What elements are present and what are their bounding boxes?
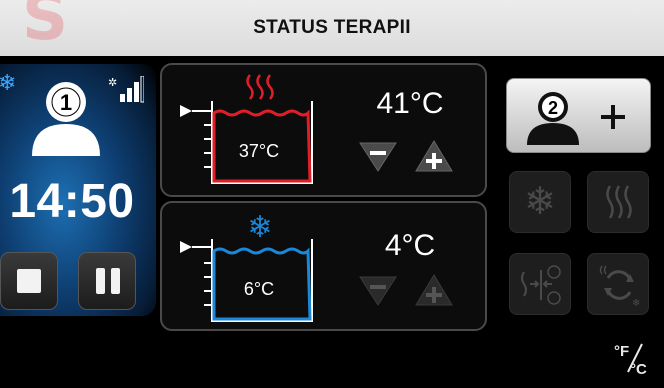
plus-icon bbox=[601, 105, 625, 129]
contrast-mode-button[interactable] bbox=[509, 253, 571, 315]
page-title: STATUS TERAPII bbox=[253, 17, 411, 38]
hot-tank-graphic: 37°C bbox=[180, 74, 313, 184]
cold-increase-button[interactable] bbox=[414, 273, 454, 307]
cold-current-temp: 6°C bbox=[244, 279, 274, 299]
unit-toggle-button[interactable]: °F °C bbox=[612, 338, 662, 378]
svg-text:✲: ✲ bbox=[108, 76, 117, 89]
pause-button[interactable] bbox=[78, 252, 136, 310]
hot-decrease-button[interactable] bbox=[358, 139, 398, 173]
cycle-mode-button[interactable]: ❄ bbox=[587, 253, 649, 315]
hot-current-temp: 37°C bbox=[239, 141, 279, 161]
fahrenheit-celsius-icon: °F °C bbox=[614, 343, 647, 378]
snowflake-icon: ❄ bbox=[0, 70, 17, 95]
person-icon: 1 bbox=[32, 82, 100, 156]
hot-channel-panel: 37°C 41°C bbox=[160, 63, 487, 197]
stop-button[interactable] bbox=[0, 252, 58, 310]
therapy-timer: 14:50 bbox=[9, 175, 135, 228]
cold-decrease-button[interactable] bbox=[358, 273, 398, 307]
svg-text:❄: ❄ bbox=[632, 298, 640, 308]
minus-icon bbox=[370, 151, 386, 155]
cold-tank-graphic: ❄ 6°C bbox=[180, 210, 313, 322]
person-icon: 2 bbox=[527, 92, 579, 145]
signal-icon: ✲ bbox=[108, 76, 144, 103]
svg-text:°F: °F bbox=[614, 343, 629, 360]
minus-icon bbox=[370, 285, 386, 289]
cold-set-temp: 4°C bbox=[384, 229, 436, 262]
hot-increase-button[interactable] bbox=[414, 139, 454, 173]
heat-waves-icon bbox=[246, 74, 274, 100]
contrast-icon bbox=[521, 265, 561, 305]
patient2-number: 2 bbox=[548, 98, 558, 118]
cold-mode-button[interactable]: ❄ bbox=[509, 171, 571, 233]
cold-channel-panel: ❄ 6°C 4°C bbox=[160, 201, 487, 331]
snowflake-icon: ❄ bbox=[247, 210, 272, 245]
pause-icon bbox=[96, 268, 105, 294]
cycle-icon: ❄ bbox=[599, 265, 640, 308]
svg-text:°C: °C bbox=[630, 361, 647, 378]
patient1-number: 1 bbox=[60, 90, 72, 115]
hot-set-temp: 41°C bbox=[376, 87, 444, 120]
heat-waves-icon bbox=[606, 185, 632, 219]
snowflake-icon: ❄ bbox=[524, 179, 556, 223]
stop-icon bbox=[17, 269, 41, 293]
add-patient2-button[interactable]: 2 bbox=[506, 78, 651, 153]
heat-mode-button[interactable] bbox=[587, 171, 649, 233]
